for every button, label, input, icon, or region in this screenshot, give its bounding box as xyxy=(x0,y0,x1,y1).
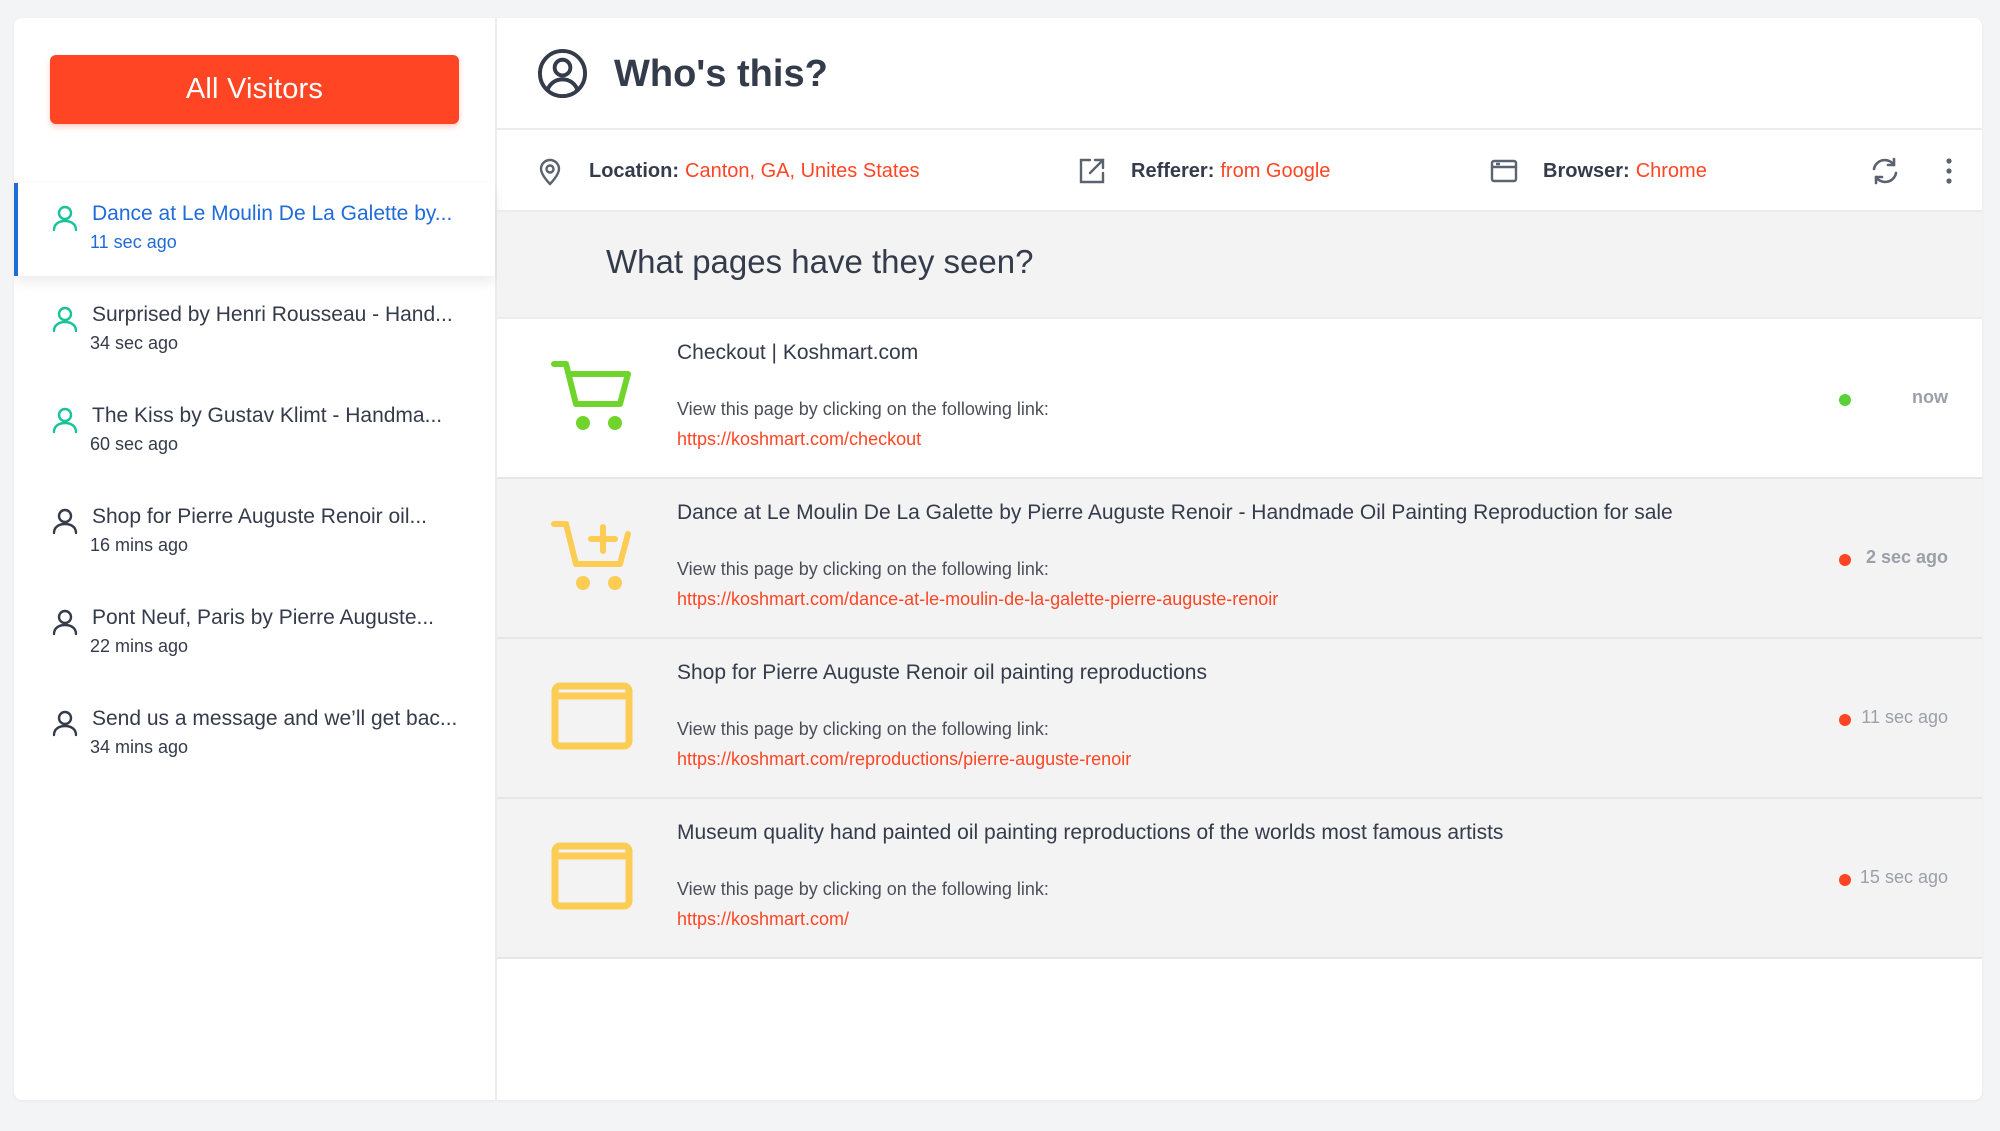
status-dot-active xyxy=(1839,394,1851,406)
user-circle-icon xyxy=(537,48,588,99)
visited-page-hint: View this page by clicking on the follow… xyxy=(677,879,1049,899)
status-dot-left xyxy=(1839,874,1851,886)
visited-page-title: Museum quality hand painted oil painting… xyxy=(677,821,1504,844)
visited-page-hint: View this page by clicking on the follow… xyxy=(677,719,1049,739)
visited-page-title: Shop for Pierre Auguste Renoir oil paint… xyxy=(677,661,1207,684)
visited-pages-list: Checkout | Koshmart.com View this page b… xyxy=(497,319,1982,959)
visited-page-time: now xyxy=(1912,387,1948,407)
detail-header: Who's this? xyxy=(497,18,1982,130)
visitor-page-title: Surprised by Henri Rousseau - Hand... xyxy=(92,303,453,326)
visited-page-link[interactable]: https://koshmart.com/checkout xyxy=(677,429,921,450)
pages-heading-text: What pages have they seen? xyxy=(606,243,1034,280)
location-pin-icon xyxy=(539,158,561,186)
visitor-info-bar: Location: Canton, GA, Unites States Reff… xyxy=(497,130,1982,212)
app-window: All Visitors Dance at Le Moulin De La Ga… xyxy=(14,18,1982,1100)
location-info: Location: Canton, GA, Unites States xyxy=(535,130,920,212)
all-visitors-button[interactable]: All Visitors xyxy=(50,55,459,124)
location-value: Canton, GA, Unites States xyxy=(685,159,920,182)
visitor-time: 34 mins ago xyxy=(90,737,189,757)
visited-page-row: Checkout | Koshmart.com View this page b… xyxy=(497,319,1982,479)
visitor-time: 34 sec ago xyxy=(90,333,179,353)
status-dot-left xyxy=(1839,714,1851,726)
browser-info: Browser: Chrome xyxy=(1489,130,1707,212)
visited-page-time: 11 sec ago xyxy=(1861,707,1948,727)
user-online-icon xyxy=(52,407,78,434)
refresh-icon[interactable] xyxy=(1869,155,1901,187)
visitor-item[interactable]: Shop for Pierre Auguste Renoir oil... 16… xyxy=(14,486,495,579)
visitor-item[interactable]: The Kiss by Gustav Klimt - Handma... 60 … xyxy=(14,385,495,478)
visited-page-time: 15 sec ago xyxy=(1859,867,1948,887)
browser-window-icon xyxy=(551,842,633,910)
visited-page-hint: View this page by clicking on the follow… xyxy=(677,559,1049,579)
status-dot-left xyxy=(1839,554,1851,566)
user-online-icon xyxy=(52,205,78,232)
referrer-info: Refferer: from Google xyxy=(1077,130,1330,212)
visited-page-link[interactable]: https://koshmart.com/ xyxy=(677,909,849,930)
visitor-item[interactable]: Pont Neuf, Paris by Pierre Auguste... 22… xyxy=(14,587,495,680)
visited-page-link[interactable]: https://koshmart.com/dance-at-le-moulin-… xyxy=(677,589,1278,610)
visited-page-title: Dance at Le Moulin De La Galette by Pier… xyxy=(677,501,1673,524)
visitor-item[interactable]: Dance at Le Moulin De La Galette by... 1… xyxy=(14,183,495,276)
visitors-sidebar: All Visitors Dance at Le Moulin De La Ga… xyxy=(14,18,497,1100)
referrer-label: Refferer: xyxy=(1131,159,1215,182)
visited-page-row: Museum quality hand painted oil painting… xyxy=(497,799,1982,959)
browser-window-icon xyxy=(551,682,633,750)
visitor-time: 22 mins ago xyxy=(90,636,189,656)
browser-label: Browser: xyxy=(1543,159,1630,182)
external-link-icon xyxy=(1079,158,1105,184)
visitor-time: 11 sec ago xyxy=(90,232,177,252)
visited-page-hint: View this page by clicking on the follow… xyxy=(677,399,1049,419)
visitor-time: 16 mins ago xyxy=(90,535,189,555)
user-icon xyxy=(52,609,78,636)
shopping-cart-icon xyxy=(551,361,631,430)
user-icon xyxy=(52,508,78,535)
visitor-list: Dance at Le Moulin De La Galette by... 1… xyxy=(14,183,495,789)
visited-page-row: Shop for Pierre Auguste Renoir oil paint… xyxy=(497,639,1982,799)
visited-page-row: Dance at Le Moulin De La Galette by Pier… xyxy=(497,479,1982,639)
referrer-value: from Google xyxy=(1220,159,1331,182)
pages-section-heading: What pages have they seen? xyxy=(497,212,1982,319)
location-label: Location: xyxy=(589,159,679,182)
visitor-page-title: Shop for Pierre Auguste Renoir oil... xyxy=(92,505,428,528)
visitor-page-title: The Kiss by Gustav Klimt - Handma... xyxy=(92,404,443,427)
visitor-item[interactable]: Send us a message and we’ll get bac... 3… xyxy=(14,688,495,781)
visited-page-title: Checkout | Koshmart.com xyxy=(677,341,919,364)
visited-page-time: 2 sec ago xyxy=(1865,547,1948,567)
visitor-page-title: Send us a message and we’ll get bac... xyxy=(92,707,458,730)
browser-value: Chrome xyxy=(1635,159,1707,182)
browser-window-icon xyxy=(1490,159,1518,183)
visitor-item[interactable]: Surprised by Henri Rousseau - Hand... 34… xyxy=(14,284,495,377)
page-title: Who's this? xyxy=(614,53,828,95)
visitor-page-title: Pont Neuf, Paris by Pierre Auguste... xyxy=(92,606,435,629)
visitor-time: 60 sec ago xyxy=(90,434,179,454)
add-to-cart-icon xyxy=(551,521,631,590)
visitor-detail-panel: Who's this? Location: Canton, GA, Unites… xyxy=(497,18,1982,1100)
visitor-page-title: Dance at Le Moulin De La Galette by... xyxy=(92,202,453,225)
more-options-icon[interactable] xyxy=(1933,155,1965,187)
visited-page-link[interactable]: https://koshmart.com/reproductions/pierr… xyxy=(677,749,1131,770)
user-icon xyxy=(52,710,78,737)
user-online-icon xyxy=(52,306,78,333)
